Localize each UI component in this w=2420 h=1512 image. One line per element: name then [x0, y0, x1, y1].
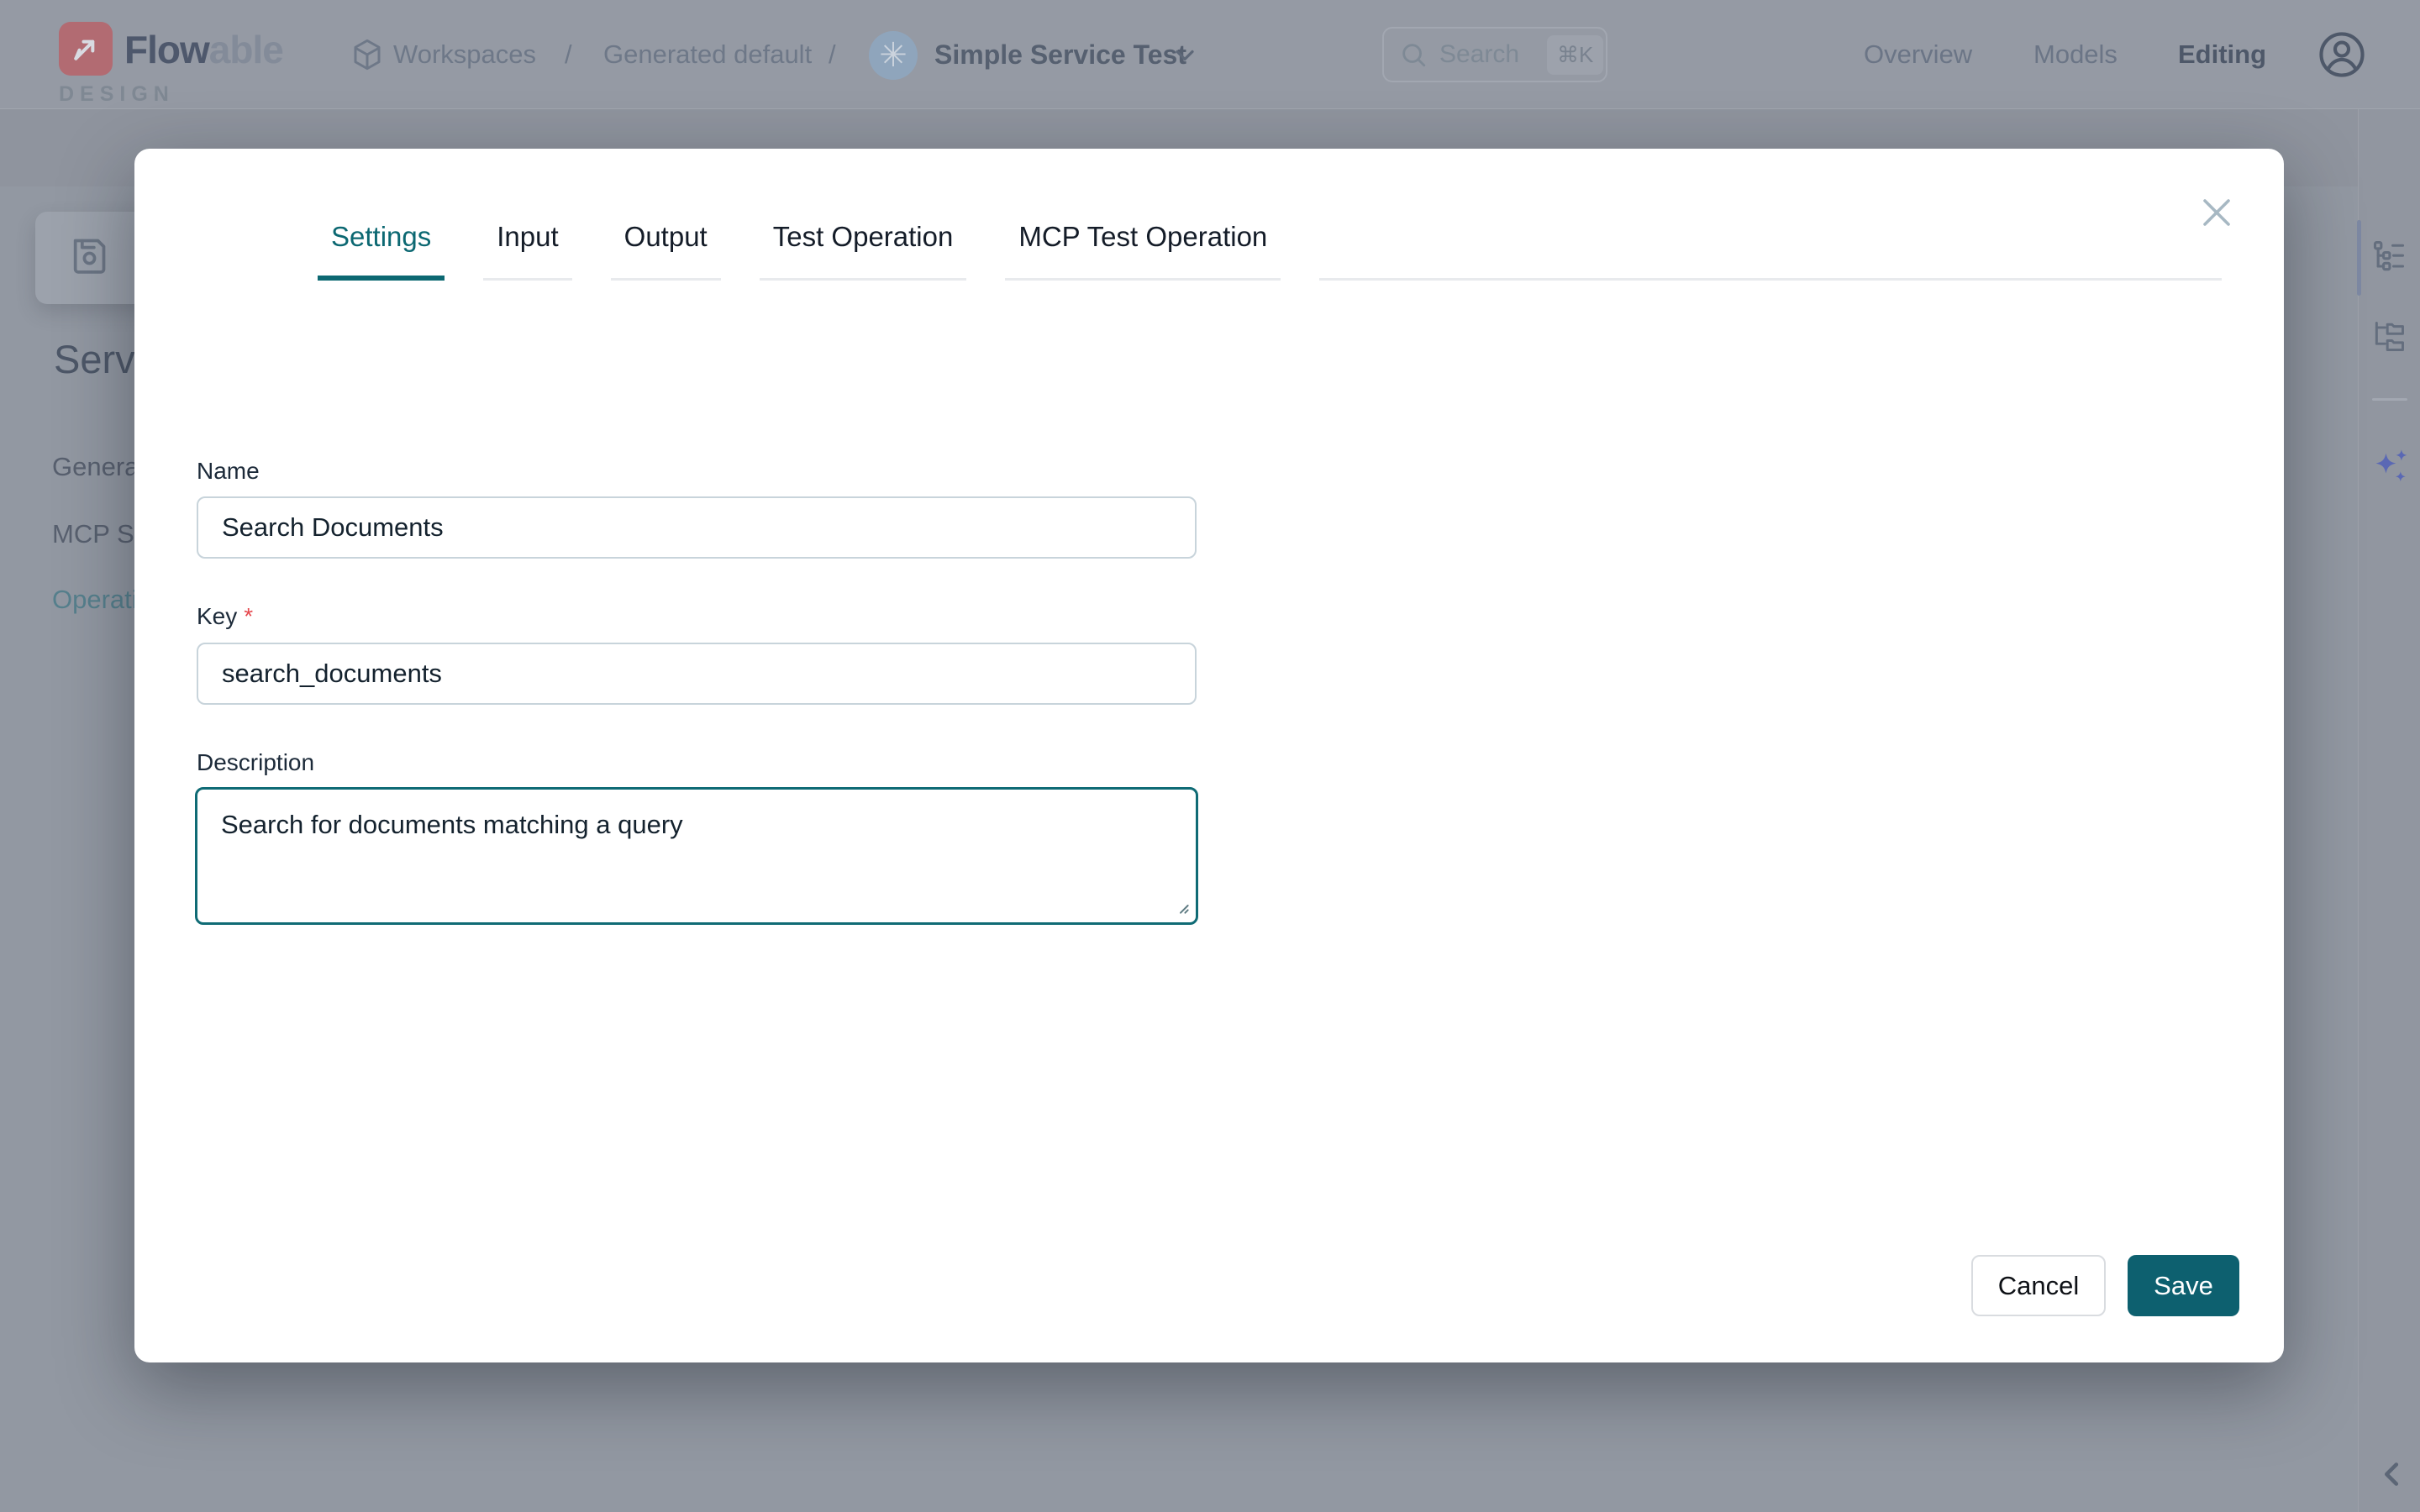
- breadcrumb-separator: /: [829, 0, 836, 109]
- key-label-text: Key: [197, 603, 237, 629]
- brand-part2: able: [209, 28, 283, 71]
- model-badge-icon: ✳: [869, 31, 918, 80]
- tab-input[interactable]: Input: [483, 221, 571, 281]
- tab-test-operation[interactable]: Test Operation: [760, 221, 967, 281]
- nav-overview[interactable]: Overview: [1864, 0, 1972, 109]
- top-navigation-bar: Flowable DESIGN Workspaces / Generated d…: [0, 0, 2420, 109]
- search-input[interactable]: [1438, 39, 1547, 70]
- panel-scroll-indicator: [2357, 220, 2361, 296]
- dialog-tab-bar: Settings Input Output Test Operation MCP…: [318, 149, 2222, 281]
- nav-editing[interactable]: Editing: [2178, 0, 2266, 109]
- operation-settings-dialog: Settings Input Output Test Operation MCP…: [134, 149, 2284, 1362]
- required-asterisk: *: [244, 603, 253, 629]
- search-shortcut-badge: ⌘K: [1547, 35, 1603, 75]
- brand-wordmark: Flowable: [124, 27, 283, 72]
- collapse-chevron-left-icon[interactable]: [2373, 1455, 2412, 1494]
- name-input[interactable]: [197, 496, 1197, 559]
- brand-part1: Flow: [124, 28, 209, 71]
- breadcrumb-model-name[interactable]: Simple Service Test: [934, 0, 1186, 109]
- brand-subtitle: DESIGN: [59, 82, 175, 107]
- structure-tree-icon[interactable]: [2370, 239, 2407, 276]
- breadcrumb-workspaces[interactable]: Workspaces: [393, 0, 536, 109]
- tab-settings[interactable]: Settings: [318, 221, 445, 281]
- ai-sparkles-icon[interactable]: [2370, 445, 2413, 489]
- key-input[interactable]: [197, 643, 1197, 705]
- description-field-label: Description: [197, 749, 314, 776]
- page-title: Servi: [54, 336, 144, 382]
- cancel-button[interactable]: Cancel: [1971, 1255, 2106, 1316]
- chevron-down-icon[interactable]: [1170, 40, 1200, 71]
- tab-bar-filler: [1319, 278, 2222, 281]
- tab-mcp-test-operation[interactable]: MCP Test Operation: [1005, 221, 1281, 281]
- global-search-box[interactable]: ⌘K: [1382, 27, 1607, 82]
- save-icon[interactable]: [66, 232, 113, 279]
- dialog-footer: Cancel Save: [1971, 1255, 2239, 1316]
- key-field-label: Key *: [197, 603, 253, 630]
- tab-output[interactable]: Output: [611, 221, 721, 281]
- nav-models[interactable]: Models: [2033, 0, 2118, 109]
- panel-divider: [2372, 398, 2407, 401]
- workspace-cube-icon: [350, 0, 385, 109]
- flowable-logo-icon: [59, 22, 113, 76]
- search-icon: [1399, 40, 1428, 69]
- breadcrumb-separator: /: [565, 0, 572, 109]
- sidebar-item-operations[interactable]: Operati: [52, 585, 138, 615]
- description-textarea[interactable]: Search for documents matching a query: [195, 787, 1198, 925]
- breadcrumb-project[interactable]: Generated default: [603, 0, 812, 109]
- name-field-label: Name: [197, 458, 260, 485]
- user-avatar-icon[interactable]: [2316, 29, 2368, 81]
- save-button[interactable]: Save: [2128, 1255, 2239, 1316]
- folder-tree-icon[interactable]: [2370, 318, 2407, 354]
- sidebar-item-general[interactable]: Genera: [52, 452, 139, 482]
